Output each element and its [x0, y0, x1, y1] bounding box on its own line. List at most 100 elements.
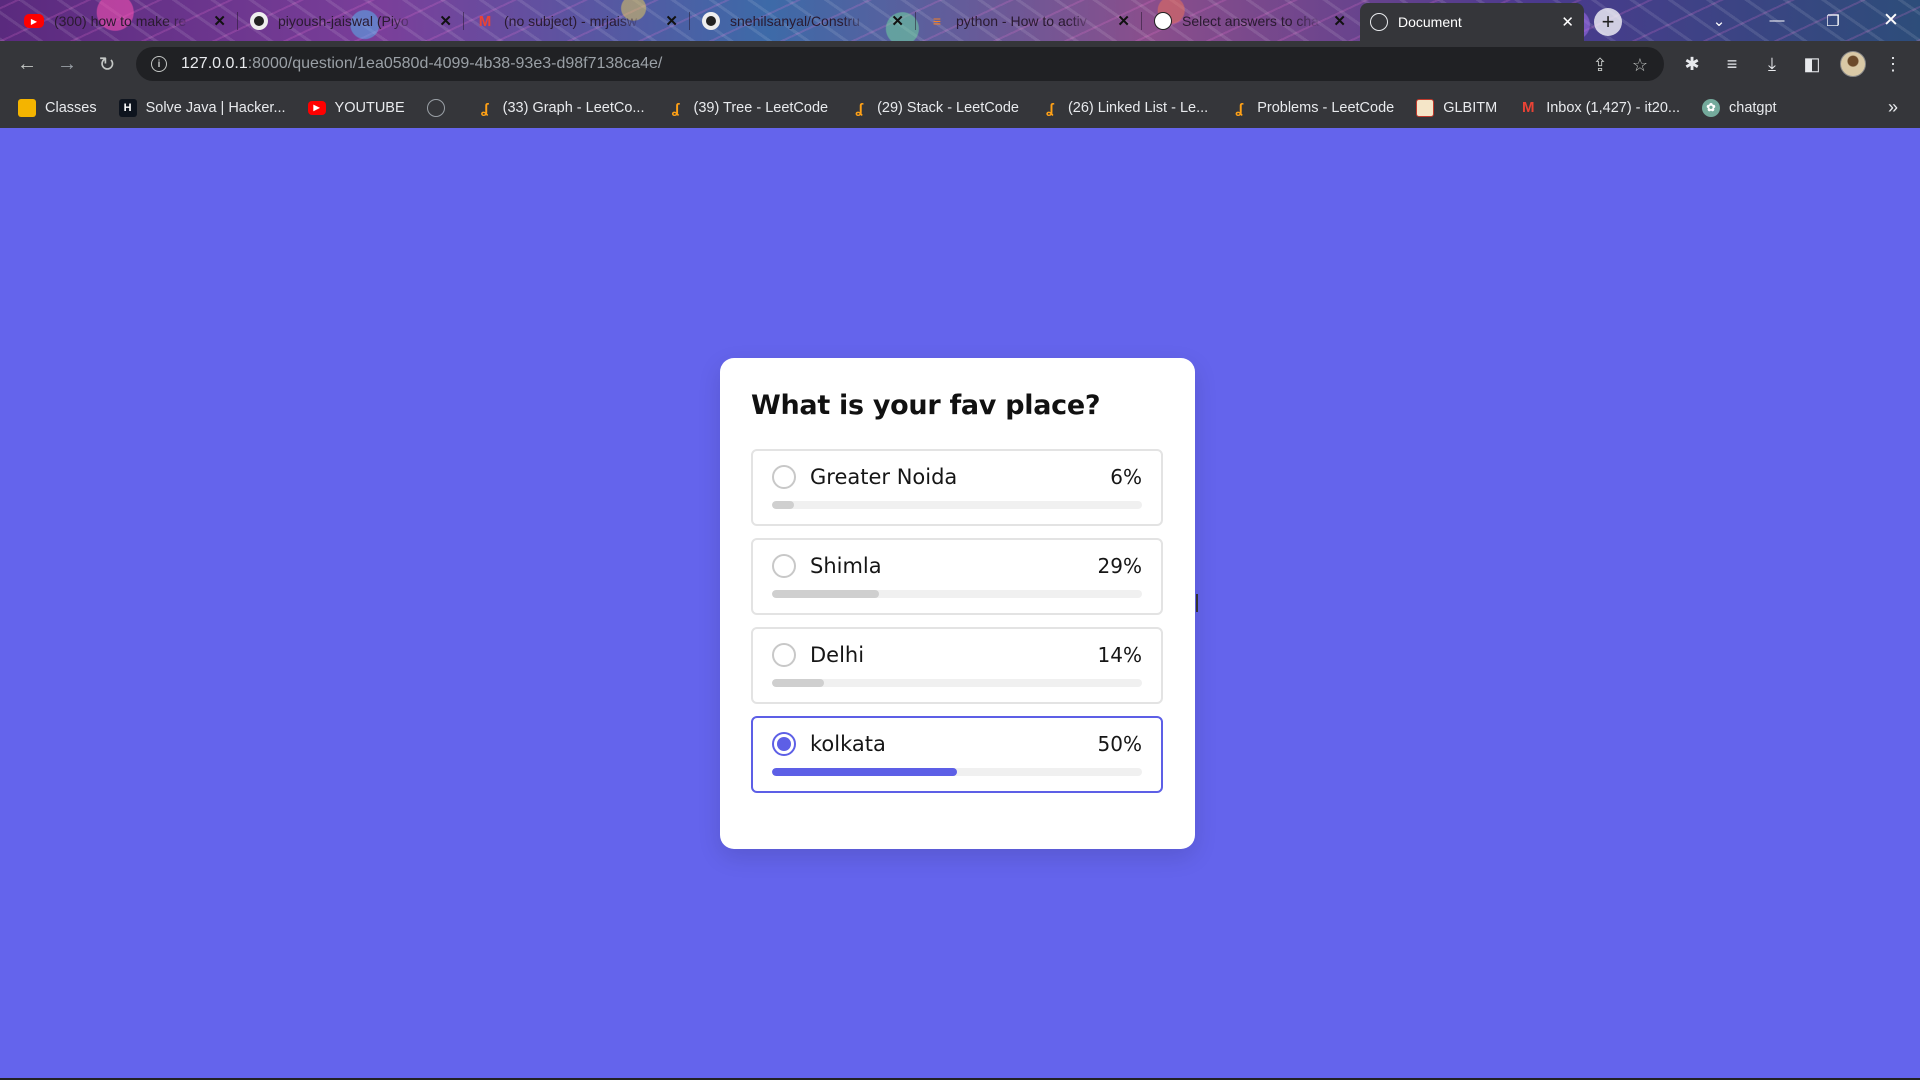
bookmark-youtube[interactable]: ▶ YOUTUBE — [307, 99, 405, 116]
site-info-icon[interactable]: i — [151, 56, 167, 72]
tab-youtube[interactable]: ▶ (300) how to make re ✕ — [14, 5, 236, 37]
poll-card: What is your fav place? Greater Noida 6%… — [720, 358, 1195, 849]
poll-option[interactable]: kolkata 50% — [751, 716, 1163, 793]
option-label: Shimla — [810, 554, 882, 578]
restore-icon[interactable]: ❐ — [1804, 0, 1862, 41]
bookmark-leetcode-stack[interactable]: ʆ (29) Stack - LeetCode — [850, 99, 1019, 117]
media-control-icon[interactable]: ≡ — [1721, 53, 1743, 75]
close-icon[interactable]: ✕ — [1117, 12, 1130, 30]
tab-document[interactable]: Document ✕ — [1360, 3, 1584, 41]
leetcode-icon: ʆ — [855, 99, 863, 116]
tab-gmail[interactable]: M (no subject) - mrjaisw ✕ — [466, 5, 688, 37]
tab-strip: ▶ (300) how to make re ✕ piyoush-jaiswal… — [0, 0, 1920, 41]
poll-option[interactable]: Greater Noida 6% — [751, 449, 1163, 526]
bookmark-leetcode-graph[interactable]: ʆ (33) Graph - LeetCo... — [476, 99, 645, 117]
globe-icon — [426, 98, 445, 117]
bookmark-hackerrank[interactable]: H Solve Java | Hacker... — [118, 98, 286, 117]
bookmark-label: YOUTUBE — [334, 99, 405, 116]
progress-fill — [772, 501, 795, 509]
option-label: Delhi — [810, 643, 865, 667]
bookmark-leetcode-problems[interactable]: ʆ Problems - LeetCode — [1230, 99, 1394, 117]
globe-icon — [1370, 13, 1388, 31]
tab-separator — [463, 12, 464, 30]
bookmark-label: GLBITM — [1443, 99, 1498, 116]
menu-kebab-icon[interactable]: ⋮ — [1882, 53, 1904, 75]
leetcode-icon: ʆ — [1235, 99, 1243, 116]
option-percent: 14% — [1097, 643, 1142, 667]
bookmark-label: Problems - LeetCode — [1257, 99, 1395, 116]
address-bar[interactable]: i 127.0.0.1:8000/question/1ea0580d-4099-… — [136, 47, 1664, 81]
bookmark-star-icon[interactable]: ☆ — [1630, 55, 1650, 75]
question-title: What is your fav place? — [751, 390, 1101, 421]
tab-title: (no subject) - mrjaisw — [504, 13, 638, 29]
new-tab-button[interactable]: + — [1594, 8, 1622, 36]
side-panel-icon[interactable]: ◧ — [1801, 53, 1823, 75]
poll-option[interactable]: Shimla 29% — [751, 538, 1163, 615]
bookmark-label: (26) Linked List - Le... — [1067, 99, 1209, 116]
browser-toolbar: ← → ↻ i 127.0.0.1:8000/question/1ea0580d… — [0, 41, 1920, 87]
bookmark-glbitm[interactable]: GLBITM — [1416, 98, 1498, 117]
bookmark-label: Classes — [45, 99, 97, 116]
gmail-icon: M — [1521, 99, 1535, 116]
leetcode-icon: ʆ — [671, 99, 680, 116]
bookmark-gmail-inbox[interactable]: M Inbox (1,427) - it20... — [1519, 99, 1680, 117]
back-icon[interactable]: ← — [12, 49, 42, 79]
tab-title: python - How to activ — [956, 13, 1087, 29]
tab-title: Select answers to cha — [1182, 13, 1319, 29]
bookmark-label: (33) Graph - LeetCo... — [502, 99, 645, 116]
bookmark-classes[interactable]: Classes — [18, 98, 97, 117]
close-icon[interactable]: ✕ — [665, 12, 678, 30]
chatgpt-icon: ✿ — [1702, 98, 1720, 117]
close-icon[interactable]: ✕ — [1561, 13, 1574, 31]
progress-fill — [772, 590, 880, 598]
bookmark-leetcode-tree[interactable]: ʆ (39) Tree - LeetCode — [666, 99, 828, 117]
more-bookmarks-icon[interactable]: » — [1888, 97, 1898, 118]
bookmark-globe[interactable] — [426, 98, 454, 117]
progress-bar — [772, 501, 1142, 509]
tab-github-piyoush[interactable]: piyoush-jaiswal (Piyo ✕ — [240, 5, 462, 37]
tab-title: (300) how to make re — [54, 13, 187, 29]
forward-icon[interactable]: → — [52, 49, 82, 79]
tab-title: Document — [1398, 14, 1462, 30]
option-percent: 29% — [1097, 554, 1142, 578]
bookmark-label: chatgpt — [1729, 99, 1777, 116]
radio-button[interactable] — [772, 465, 796, 489]
close-icon[interactable]: ✕ — [891, 12, 904, 30]
bookmark-chatgpt[interactable]: ✿ chatgpt — [1702, 98, 1777, 117]
close-icon[interactable]: ✕ — [439, 12, 452, 30]
gmail-icon: M — [478, 12, 492, 30]
globe-icon — [1154, 12, 1172, 30]
bookmark-label: Solve Java | Hacker... — [145, 99, 286, 116]
download-icon[interactable]: ⤓ — [1761, 53, 1783, 75]
progress-fill — [772, 768, 957, 776]
bookmark-leetcode-linked-list[interactable]: ʆ (26) Linked List - Le... — [1041, 99, 1208, 117]
radio-button[interactable] — [772, 554, 796, 578]
window-close-icon[interactable]: ✕ — [1862, 0, 1920, 41]
tab-search-icon[interactable]: ⌄ — [1690, 0, 1748, 41]
reload-icon[interactable]: ↻ — [92, 49, 122, 79]
bookmark-label: (29) Stack - LeetCode — [877, 99, 1019, 116]
url-host: 127.0.0.1 — [181, 55, 248, 72]
text-cursor — [1196, 594, 1198, 612]
progress-bar — [772, 590, 1142, 598]
radio-button[interactable] — [772, 643, 796, 667]
share-icon[interactable]: ⇪ — [1590, 55, 1610, 75]
bookmarks-bar: Classes H Solve Java | Hacker... ▶ YOUTU… — [0, 87, 1920, 128]
extensions-icon[interactable]: ✱ — [1681, 53, 1703, 75]
close-icon[interactable]: ✕ — [213, 12, 226, 30]
minimize-icon[interactable]: — — [1748, 0, 1806, 41]
poll-option[interactable]: Delhi 14% — [751, 627, 1163, 704]
college-icon — [1416, 98, 1435, 117]
tab-stackoverflow[interactable]: ≡ python - How to activ ✕ — [918, 5, 1140, 37]
progress-bar — [772, 768, 1142, 776]
tab-separator — [915, 12, 916, 30]
tab-github-snehil[interactable]: snehilsanyal/Constru ✕ — [692, 5, 914, 37]
close-icon[interactable]: ✕ — [1333, 12, 1346, 30]
radio-button[interactable] — [772, 732, 796, 756]
youtube-icon: ▶ — [24, 14, 44, 28]
bookmark-label: (39) Tree - LeetCode — [693, 99, 829, 116]
tab-separator — [1141, 12, 1142, 30]
profile-avatar[interactable] — [1840, 51, 1866, 77]
tab-select-answers[interactable]: Select answers to cha ✕ — [1144, 5, 1356, 37]
github-icon — [702, 12, 720, 30]
